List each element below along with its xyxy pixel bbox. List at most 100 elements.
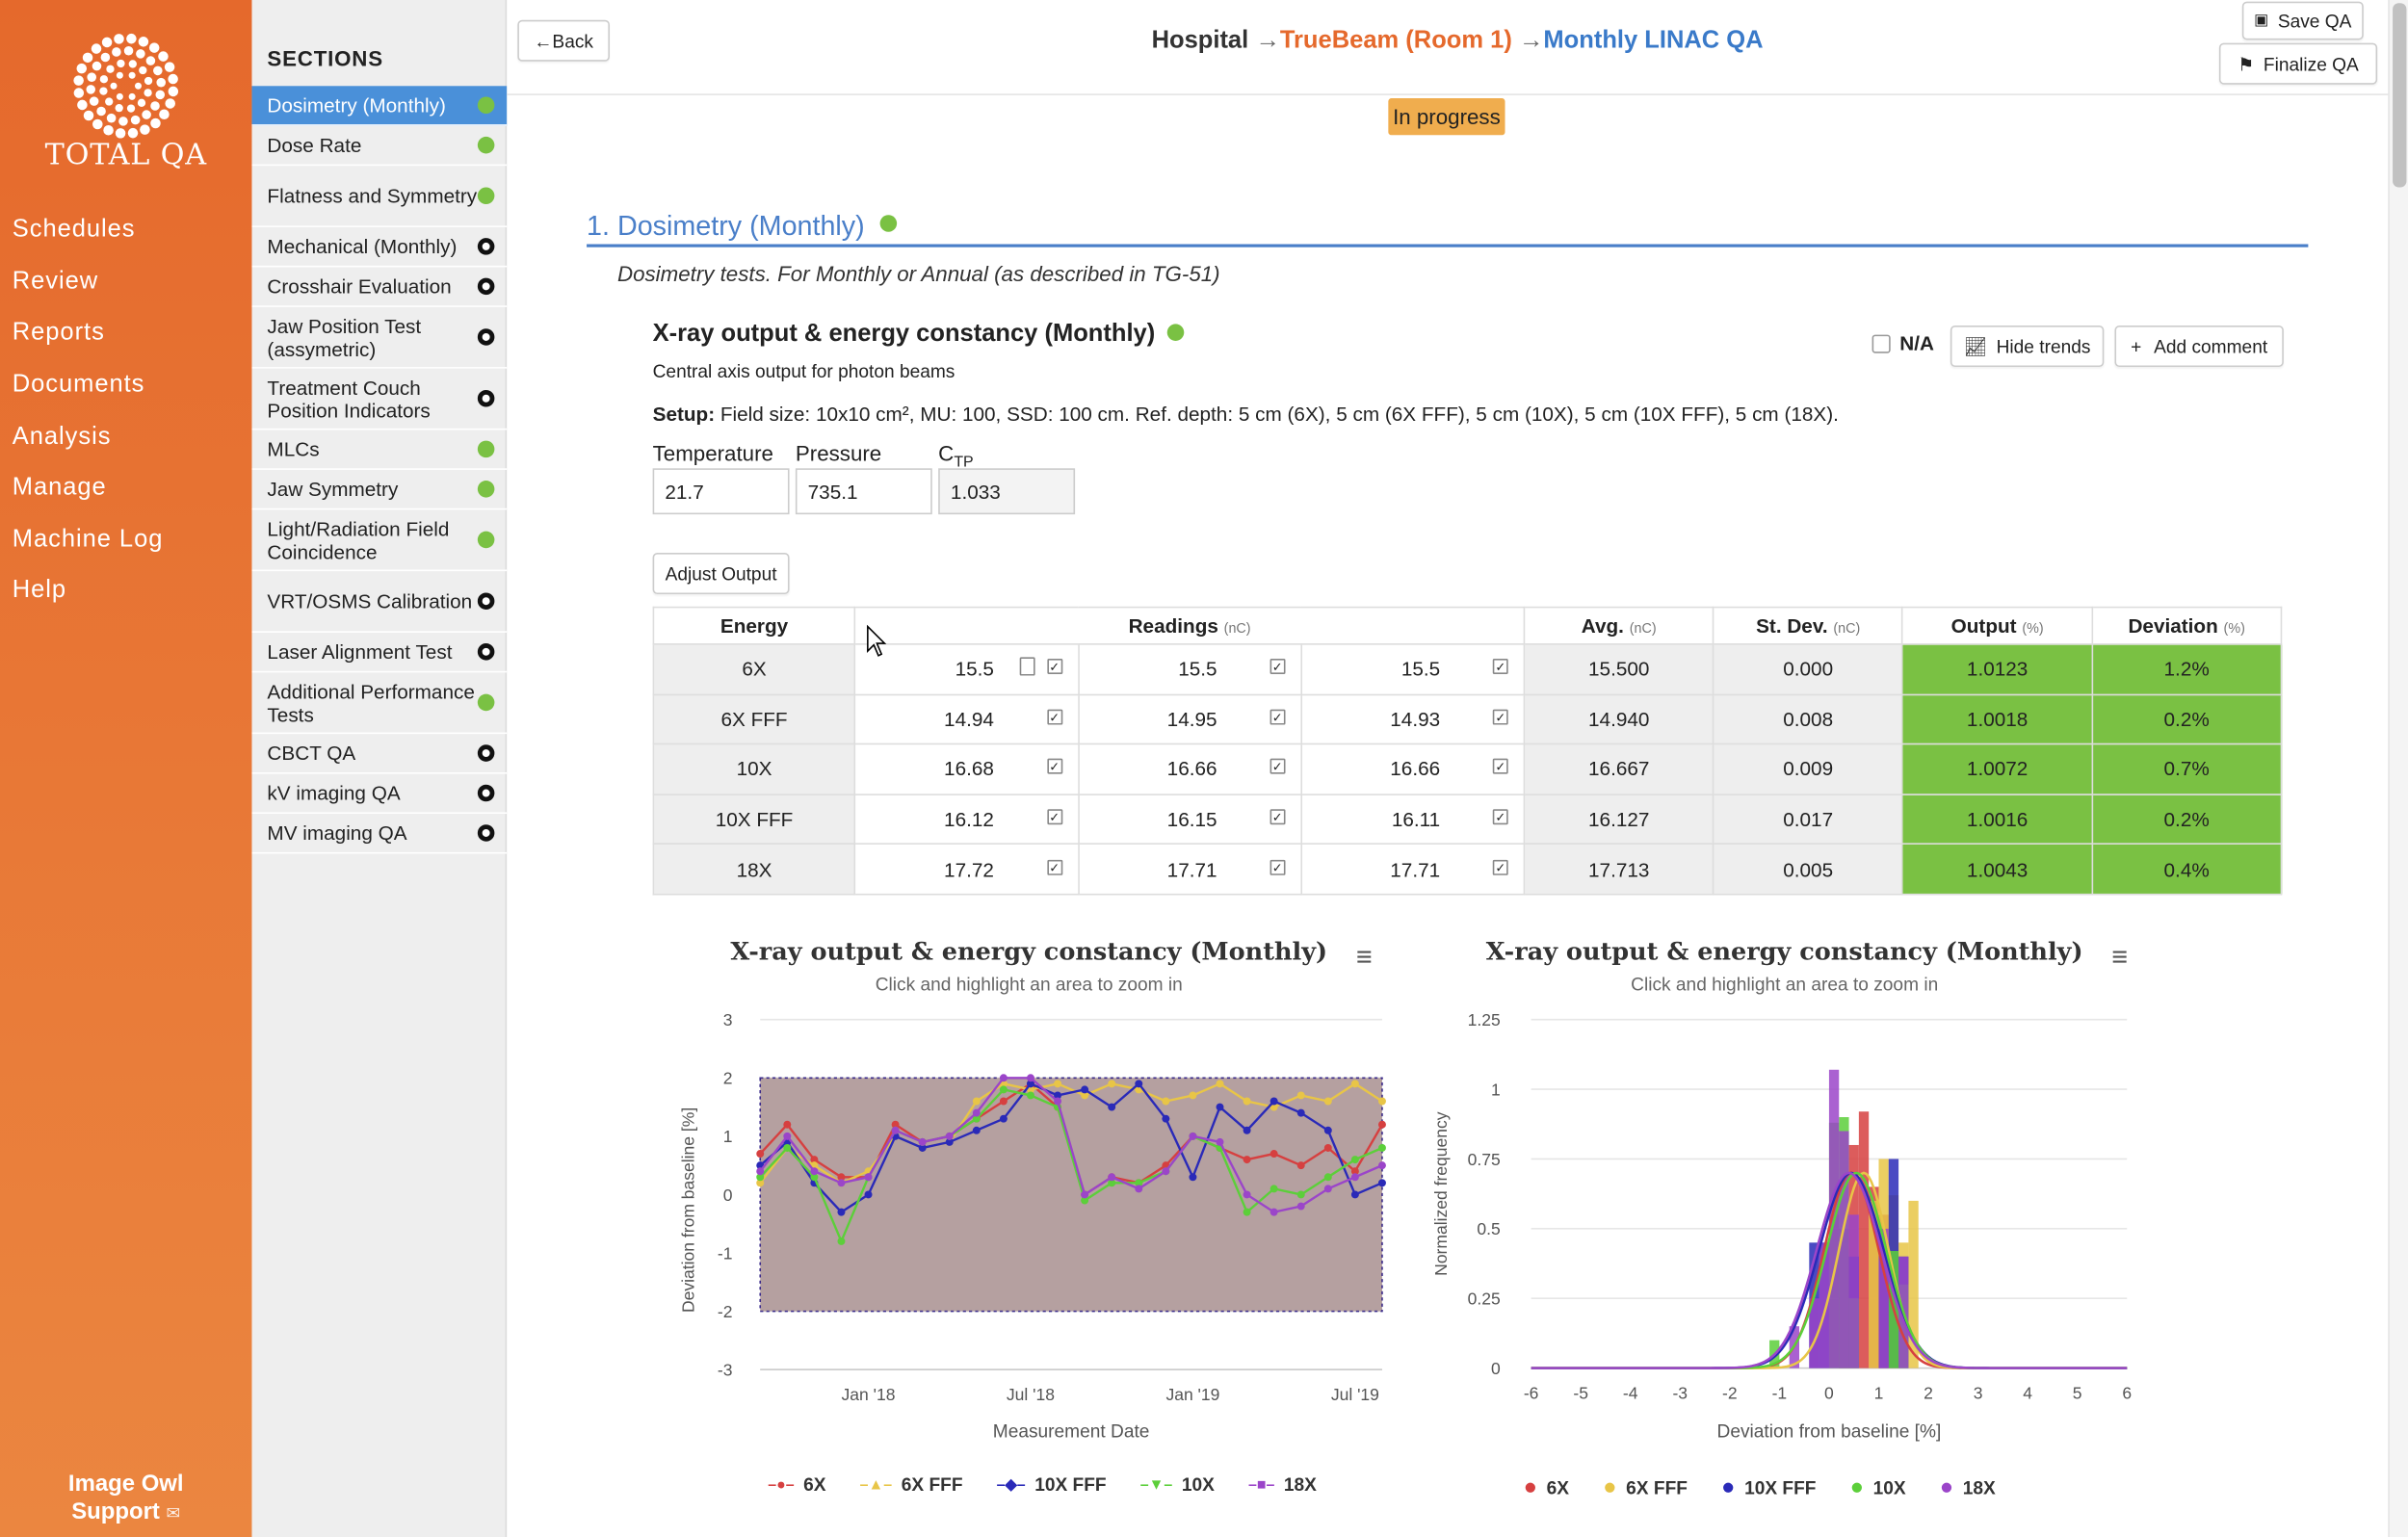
breadcrumb-machine[interactable]: TrueBeam (Room 1) [1280,28,1512,54]
sidebar-item-mv-imaging-qa[interactable]: MV imaging QA [251,814,508,854]
reading-value[interactable]: 15.5 [1302,658,1440,681]
checkbox-checked-icon[interactable]: ✓ [1046,759,1062,775]
reading-value[interactable]: 15.5 [855,658,994,681]
nav-item-schedules[interactable]: Schedules [13,217,136,245]
checkbox-checked-icon[interactable]: ✓ [1492,659,1508,675]
reading-value[interactable]: 17.71 [1302,858,1440,881]
reading-value[interactable]: 16.11 [1302,808,1440,831]
legend-item[interactable]: –◆– 10X FFF [997,1474,1107,1496]
add-comment-button[interactable]: + Add comment [2114,326,2284,368]
reading-cell[interactable]: 16.11 ✓ [1300,793,1526,846]
reading-value[interactable]: 16.66 [1079,758,1217,781]
reading-cell[interactable]: 16.68 ✓ [853,742,1080,795]
logo-dot [142,110,151,119]
reading-value[interactable]: 17.71 [1079,858,1217,881]
legend-item[interactable]: ● 18X [1940,1474,1996,1500]
sidebar-item-jaw-symmetry[interactable]: Jaw Symmetry [251,470,508,510]
reading-value[interactable]: 16.15 [1079,808,1217,831]
legend-item[interactable]: –■– 18X [1248,1474,1317,1496]
reading-cell[interactable]: 17.72 ✓ [853,843,1080,896]
nav-item-reports[interactable]: Reports [13,320,105,348]
reading-cell[interactable]: 14.95 ✓ [1077,693,1302,745]
nav-item-machine-log[interactable]: Machine Log [13,527,164,555]
legend-item[interactable]: ● 10X [1850,1474,1906,1500]
finalize-qa-button[interactable]: ⚑ Finalize QA [2218,42,2378,85]
checkbox-checked-icon[interactable]: ✓ [1492,759,1508,775]
adjust-output-button[interactable]: Adjust Output [652,552,790,595]
reading-value[interactable]: 15.5 [1079,658,1217,681]
reading-cell[interactable]: 14.94 ✓ [853,693,1080,745]
reading-cell[interactable]: 16.66 ✓ [1077,742,1302,795]
checkbox-checked-icon[interactable]: ✓ [1269,659,1286,675]
reading-value[interactable]: 16.68 [855,758,994,781]
data-point [864,1173,873,1182]
sidebar-item-kv-imaging-qa[interactable]: kV imaging QA [251,774,508,815]
breadcrumb-hospital[interactable]: Hospital [1152,28,1249,54]
legend-item[interactable]: –▲– 6X FFF [860,1474,963,1496]
sidebar-item-vrt-osms-calibration[interactable]: VRT/OSMS Calibration [251,571,508,633]
legend-item[interactable]: ● 6X [1524,1474,1569,1500]
checkbox-checked-icon[interactable]: ✓ [1492,809,1508,825]
calculator-icon[interactable] [1018,657,1034,677]
reading-cell[interactable]: 16.12 ✓ [853,793,1080,846]
vertical-scrollbar[interactable] [2388,0,2408,1537]
checkbox-checked-icon[interactable]: ✓ [1269,859,1286,875]
sidebar-item-mechanical-monthly-[interactable]: Mechanical (Monthly) [251,227,508,268]
reading-cell[interactable]: 14.93 ✓ [1300,693,1526,745]
image-owl-support-link[interactable]: Image Owl Support ✉ [0,1471,251,1527]
checkbox-checked-icon[interactable]: ✓ [1046,659,1062,675]
checkbox-checked-icon[interactable]: ✓ [1492,859,1508,875]
checkbox-checked-icon[interactable]: ✓ [1269,709,1286,725]
sidebar-item-dose-rate[interactable]: Dose Rate [251,126,508,167]
trend-chart[interactable]: X-ray output & energy constancy (Monthly… [661,929,1398,1513]
sidebar-item-additional-performance-tests[interactable]: Additional Performance Tests [251,672,508,735]
checkbox-checked-icon[interactable]: ✓ [1269,759,1286,775]
histogram-chart[interactable]: X-ray output & energy constancy (Monthly… [1416,929,2153,1513]
reading-cell[interactable]: 16.15 ✓ [1077,793,1302,846]
checkbox-checked-icon[interactable]: ✓ [1046,709,1062,725]
pressure-input[interactable]: 735.1 [795,468,932,515]
checkbox-icon[interactable] [1871,333,1891,352]
nav-item-manage[interactable]: Manage [13,475,107,503]
nav-item-documents[interactable]: Documents [13,372,145,400]
sidebar-item-laser-alignment-test[interactable]: Laser Alignment Test [251,633,508,673]
checkbox-checked-icon[interactable]: ✓ [1269,809,1286,825]
legend-item[interactable]: –▼– 10X [1140,1474,1215,1496]
sidebar-item-treatment-couch-position-indicators[interactable]: Treatment Couch Position Indicators [251,369,508,430]
checkbox-checked-icon[interactable]: ✓ [1492,709,1508,725]
sidebar-item-mlcs[interactable]: MLCs [251,430,508,470]
reading-value[interactable]: 16.66 [1302,758,1440,781]
sidebar-item-dosimetry-monthly-[interactable]: Dosimetry (Monthly) [251,86,508,126]
reading-value[interactable]: 16.12 [855,808,994,831]
legend-item[interactable]: ● 10X FFF [1721,1474,1816,1500]
nav-item-analysis[interactable]: Analysis [13,424,112,452]
checkbox-checked-icon[interactable]: ✓ [1046,859,1062,875]
nav-item-help[interactable]: Help [13,577,66,605]
reading-value[interactable]: 14.95 [1079,708,1217,731]
hide-trends-button[interactable]: 📈︎ Hide trends [1950,326,2105,368]
sidebar-item-jaw-position-test-assymetric-[interactable]: Jaw Position Test (assymetric) [251,307,508,369]
legend-item[interactable]: –●– 6X [768,1474,825,1496]
reading-cell[interactable]: 15.5 ✓ [1300,643,1526,695]
total-qa-logo[interactable]: TOTAL QA [0,28,251,172]
reading-cell[interactable]: 17.71 ✓ [1300,843,1526,896]
reading-cell[interactable]: 15.5 ✓ [1077,643,1302,695]
reading-cell[interactable]: 16.66 ✓ [1300,742,1526,795]
reading-value[interactable]: 14.93 [1302,708,1440,731]
reading-cell[interactable]: 17.71 ✓ [1077,843,1302,896]
breadcrumb-qa[interactable]: Monthly LINAC QA [1543,28,1763,54]
reading-value[interactable]: 17.72 [855,858,994,881]
sidebar-item-flatness-and-symmetry[interactable]: Flatness and Symmetry [251,166,508,227]
nav-item-review[interactable]: Review [13,269,98,297]
reading-cell[interactable]: 15.5 ✓ [853,643,1080,695]
sidebar-item-crosshair-evaluation[interactable]: Crosshair Evaluation [251,267,508,307]
sidebar-item-cbct-qa[interactable]: CBCT QA [251,734,508,774]
reading-value[interactable]: 14.94 [855,708,994,731]
sidebar-item-light-radiation-field-coincidence[interactable]: Light/Radiation Field Coincidence [251,509,508,572]
scrollbar-thumb[interactable] [2393,3,2407,188]
temperature-input[interactable]: 21.7 [652,468,790,515]
save-qa-button[interactable]: ▣ Save QA [2241,1,2364,40]
legend-item[interactable]: ● 6X FFF [1603,1474,1688,1500]
checkbox-checked-icon[interactable]: ✓ [1046,809,1062,825]
na-checkbox[interactable]: N/A [1871,331,1934,354]
